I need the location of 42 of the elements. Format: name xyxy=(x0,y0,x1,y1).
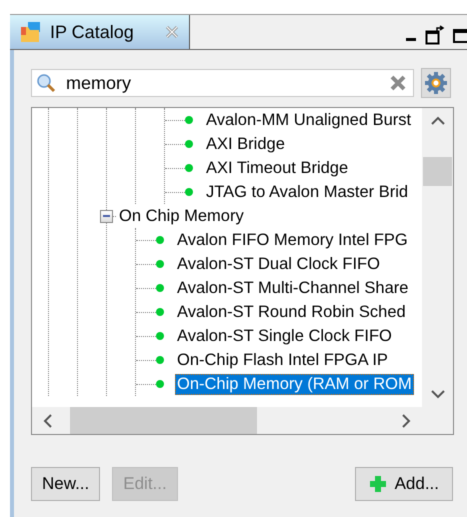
status-dot xyxy=(156,236,164,244)
action-button[interactable]: New... xyxy=(31,467,100,501)
folder-icon xyxy=(20,21,42,43)
restore-icon[interactable] xyxy=(425,25,445,45)
plus-icon xyxy=(368,475,387,493)
tree-item[interactable]: Avalon-ST Single Clock FIFO xyxy=(175,326,394,346)
status-dot xyxy=(156,356,164,364)
status-dot xyxy=(156,308,164,316)
close-icon[interactable] xyxy=(165,25,179,39)
settings-icon xyxy=(424,71,448,95)
horizontal-scrollbar[interactable] xyxy=(32,407,422,434)
scrollbar-thumb[interactable] xyxy=(70,407,257,434)
tree-item[interactable]: AXI Timeout Bridge xyxy=(204,158,350,178)
search-field[interactable]: memory xyxy=(31,69,414,97)
action-button[interactable]: Add... xyxy=(354,467,453,501)
search-icon xyxy=(36,73,56,93)
settings-button[interactable] xyxy=(421,68,451,98)
tree-item[interactable]: Avalon FIFO Memory Intel FPG xyxy=(175,230,410,250)
clear-icon[interactable] xyxy=(389,74,407,92)
scrollbar-thumb[interactable] xyxy=(423,157,452,186)
vertical-scrollbar[interactable] xyxy=(422,108,453,407)
status-dot xyxy=(156,260,164,268)
status-dot xyxy=(185,188,193,196)
collapse-icon[interactable] xyxy=(100,210,113,222)
tree-item[interactable]: Avalon-MM Unaligned Burst xyxy=(204,110,414,130)
tree-item[interactable]: JTAG to Avalon Master Brid xyxy=(204,182,410,202)
tree-item[interactable]: On-Chip Memory (RAM or ROM xyxy=(175,374,414,394)
tree-item[interactable]: Avalon-ST Multi-Channel Share xyxy=(175,278,410,298)
tab-title: IP Catalog xyxy=(50,22,134,42)
maximize-icon[interactable] xyxy=(453,27,467,43)
status-dot xyxy=(185,164,193,172)
tree-item[interactable]: Avalon-ST Dual Clock FIFO xyxy=(175,254,382,274)
tree-group[interactable]: On Chip Memory xyxy=(117,206,246,226)
ip-catalog-tab[interactable]: IP Catalog xyxy=(10,15,190,49)
tree-item[interactable]: On-Chip Flash Intel FPGA IP xyxy=(175,350,390,370)
status-dot xyxy=(156,332,164,340)
tree-item[interactable]: Avalon-ST Round Robin Sched xyxy=(175,302,408,322)
status-dot xyxy=(156,284,164,292)
tree-item[interactable]: AXI Bridge xyxy=(204,134,287,154)
status-dot xyxy=(156,380,164,388)
status-dot xyxy=(185,140,193,148)
status-dot xyxy=(185,116,193,124)
